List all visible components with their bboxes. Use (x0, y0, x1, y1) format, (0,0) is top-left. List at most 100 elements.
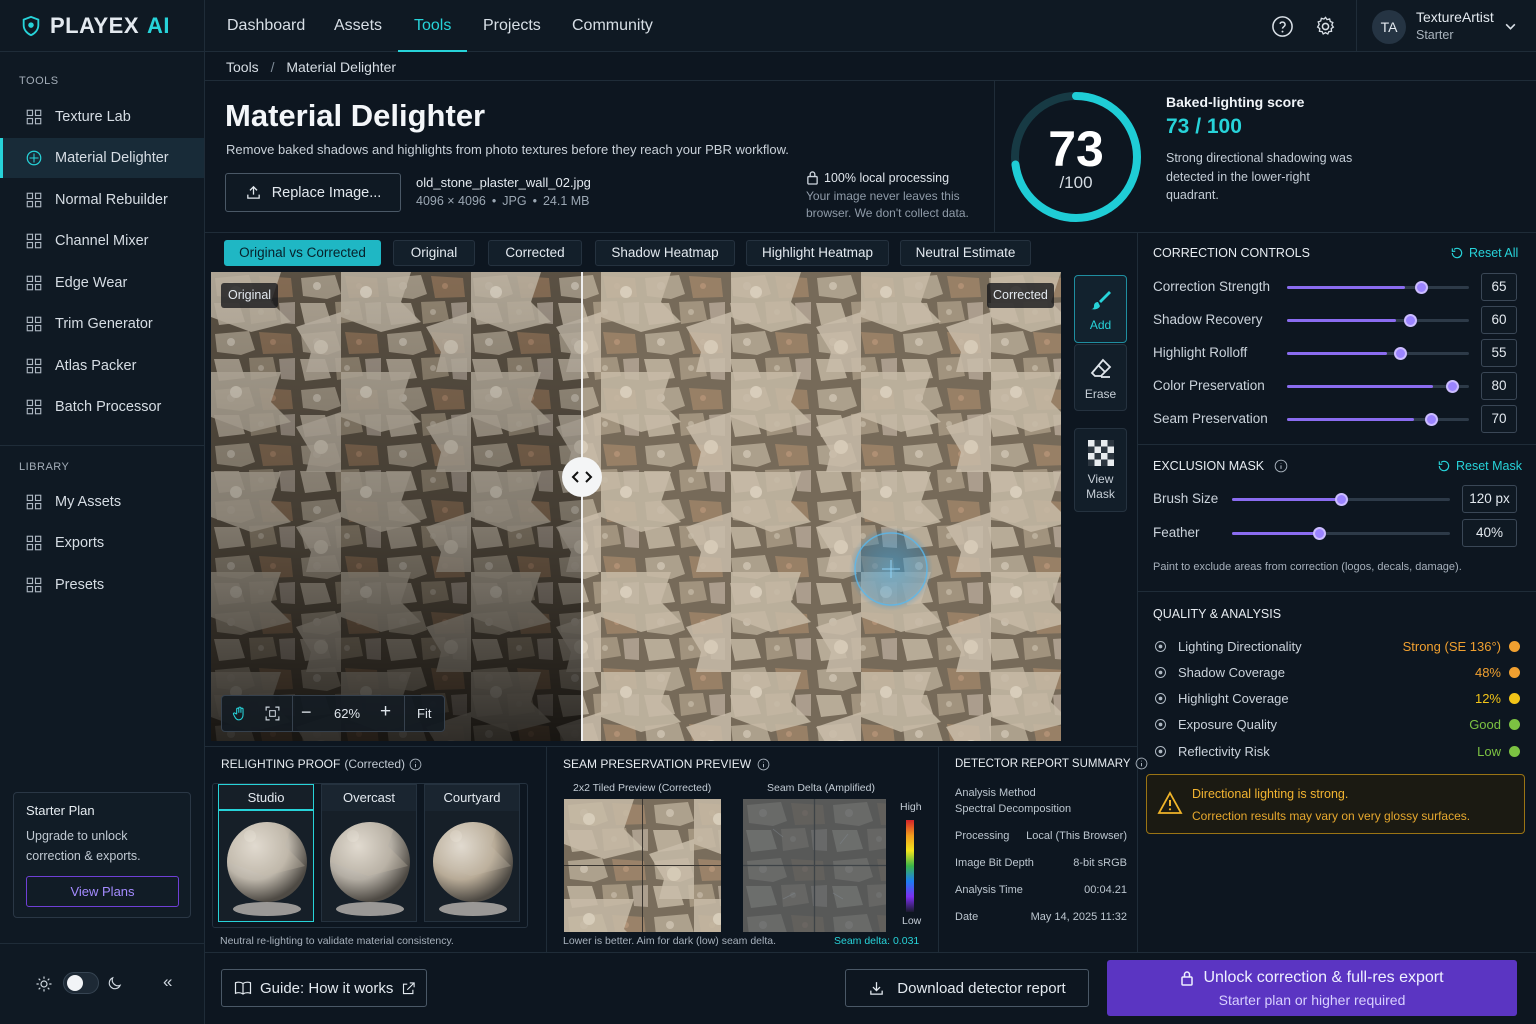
relight-card-overcast[interactable]: Overcast (321, 784, 417, 922)
slider-value[interactable]: 60 (1481, 306, 1517, 334)
nav-assets[interactable]: Assets (334, 0, 382, 52)
status-dot (1509, 745, 1520, 757)
heat-high-label: High (900, 801, 922, 813)
unlock-button[interactable]: Unlock correction & full-res export Star… (1107, 960, 1517, 1016)
breadcrumb: Tools / Material Delighter (226, 59, 397, 75)
sidebar-item-atlas-packer[interactable]: Atlas Packer (0, 346, 204, 386)
sidebar-item-presets[interactable]: Presets (0, 565, 204, 605)
quality-title: QUALITY & ANALYSIS (1153, 607, 1282, 621)
sidebar-item-trim-generator[interactable]: Trim Generator (0, 304, 204, 344)
user-name[interactable]: TextureArtist (1416, 9, 1494, 25)
nav-community[interactable]: Community (572, 0, 653, 52)
warning-banner: Directional lighting is strong. Correcti… (1146, 774, 1525, 834)
unlock-title: Unlock correction & full-res export (1203, 969, 1444, 986)
info-icon[interactable] (1135, 757, 1148, 770)
relight-card-studio[interactable]: Studio (218, 784, 314, 922)
quality-value: Good (1469, 717, 1501, 733)
tab-original-vs-corrected[interactable]: Original vs Corrected (224, 240, 381, 266)
sidebar-item-label: Trim Generator (55, 316, 153, 332)
slider-label: Seam Preservation (1153, 411, 1268, 426)
sidebar-item-material-delighter[interactable]: Material Delighter (0, 138, 204, 178)
reset-mask-button[interactable]: Reset Mask (1437, 459, 1522, 473)
image-viewer[interactable] (211, 272, 1061, 741)
quality-row: Reflectivity Risk Low (1153, 741, 1520, 761)
slider-value[interactable]: 55 (1481, 339, 1517, 367)
sidebar-item-normal-rebuilder[interactable]: Normal Rebuilder (0, 180, 204, 220)
zoom-out-button[interactable]: − (301, 702, 312, 723)
slider-color-preservation[interactable] (1287, 380, 1469, 393)
fit-button[interactable]: Fit (417, 706, 431, 721)
texture-icon (25, 108, 43, 126)
slider-seam-preservation[interactable] (1287, 413, 1469, 426)
sidebar-item-channel-mixer[interactable]: Channel Mixer (0, 221, 204, 261)
slider-value[interactable]: 70 (1481, 405, 1517, 433)
nav-tools[interactable]: Tools (398, 0, 468, 52)
sidebar-item-exports[interactable]: Exports (0, 523, 204, 563)
sidebar-item-batch-processor[interactable]: Batch Processor (0, 387, 204, 427)
nav-dashboard[interactable]: Dashboard (227, 0, 305, 52)
view-plans-button[interactable]: View Plans (26, 876, 179, 907)
sun-icon[interactable] (35, 975, 53, 993)
brush-size-value[interactable]: 120 px (1462, 485, 1517, 513)
view-mask-tool[interactable]: View Mask (1074, 428, 1127, 512)
quality-value: Strong (SE 136°) (1402, 638, 1501, 654)
split-handle[interactable] (562, 457, 602, 497)
divider (0, 943, 204, 944)
slider-shadow-recovery[interactable] (1287, 314, 1469, 327)
divider (205, 746, 1138, 747)
tab-neutral-estimate[interactable]: Neutral Estimate (900, 240, 1031, 266)
avatar[interactable]: TA (1372, 10, 1406, 44)
score-description: Strong directional shadowing was detecte… (1166, 151, 1353, 202)
nav-projects[interactable]: Projects (483, 0, 541, 52)
hand-pan-icon[interactable] (231, 705, 248, 722)
mask-hint: Paint to exclude areas from correction (… (1153, 561, 1462, 573)
sidebar-item-label: Channel Mixer (55, 233, 149, 249)
relight-card-courtyard[interactable]: Courtyard (424, 784, 520, 922)
tab-original[interactable]: Original (393, 240, 475, 266)
slider-highlight-rolloff[interactable] (1287, 347, 1469, 360)
feather-slider[interactable] (1232, 527, 1450, 540)
slider-label: Color Preservation (1153, 378, 1265, 393)
split-divider-line[interactable] (581, 272, 583, 741)
reflect-icon (1153, 744, 1168, 759)
replace-image-button[interactable]: Replace Image... (225, 173, 401, 212)
report-method-value: Spectral Decomposition (955, 803, 1072, 815)
exposure-icon (1153, 717, 1168, 732)
brush-size-slider[interactable] (1232, 493, 1450, 506)
collapse-sidebar-icon[interactable]: « (163, 972, 172, 992)
info-icon[interactable] (1274, 459, 1288, 473)
reset-icon (1438, 460, 1450, 472)
status-dot (1509, 666, 1520, 678)
slider-value[interactable]: 80 (1481, 372, 1517, 400)
info-icon[interactable] (757, 758, 770, 771)
tab-highlight-heatmap[interactable]: Highlight Heatmap (746, 240, 889, 266)
settings-gear-icon[interactable] (1314, 15, 1337, 38)
download-report-button[interactable]: Download detector report (845, 969, 1089, 1007)
quality-label: Reflectivity Risk (1178, 743, 1270, 759)
divider (205, 952, 1536, 953)
slider-value[interactable]: 65 (1481, 273, 1517, 301)
fit-frame-icon[interactable] (264, 705, 281, 722)
warning-title: Directional lighting is strong. (1192, 787, 1349, 801)
zoom-in-button[interactable]: + (380, 701, 391, 723)
tab-shadow-heatmap[interactable]: Shadow Heatmap (595, 240, 735, 266)
breadcrumb-root[interactable]: Tools (226, 59, 259, 75)
slider-correction-strength[interactable] (1287, 281, 1469, 294)
theme-toggle[interactable] (63, 972, 99, 994)
sidebar-item-edge-wear[interactable]: Edge Wear (0, 263, 204, 303)
erase-mask-tool[interactable]: Erase (1074, 344, 1127, 411)
feather-value[interactable]: 40% (1462, 519, 1517, 547)
sidebar-item-texture-lab[interactable]: Texture Lab (0, 97, 204, 137)
tab-corrected[interactable]: Corrected (488, 240, 582, 266)
sidebar-item-my-assets[interactable]: My Assets (0, 482, 204, 522)
report-key: Image Bit Depth (955, 857, 1034, 869)
logo-text: PLAYEX (50, 13, 140, 38)
moon-icon[interactable] (106, 975, 123, 992)
chevron-down-icon[interactable] (1504, 20, 1517, 33)
help-icon[interactable] (1271, 15, 1294, 38)
info-icon[interactable] (409, 758, 422, 771)
guide-button[interactable]: Guide: How it works (221, 969, 427, 1007)
logo[interactable]: PLAYEX AI (20, 13, 170, 39)
add-mask-tool[interactable]: Add (1074, 275, 1127, 343)
reset-all-button[interactable]: Reset All (1450, 246, 1518, 260)
